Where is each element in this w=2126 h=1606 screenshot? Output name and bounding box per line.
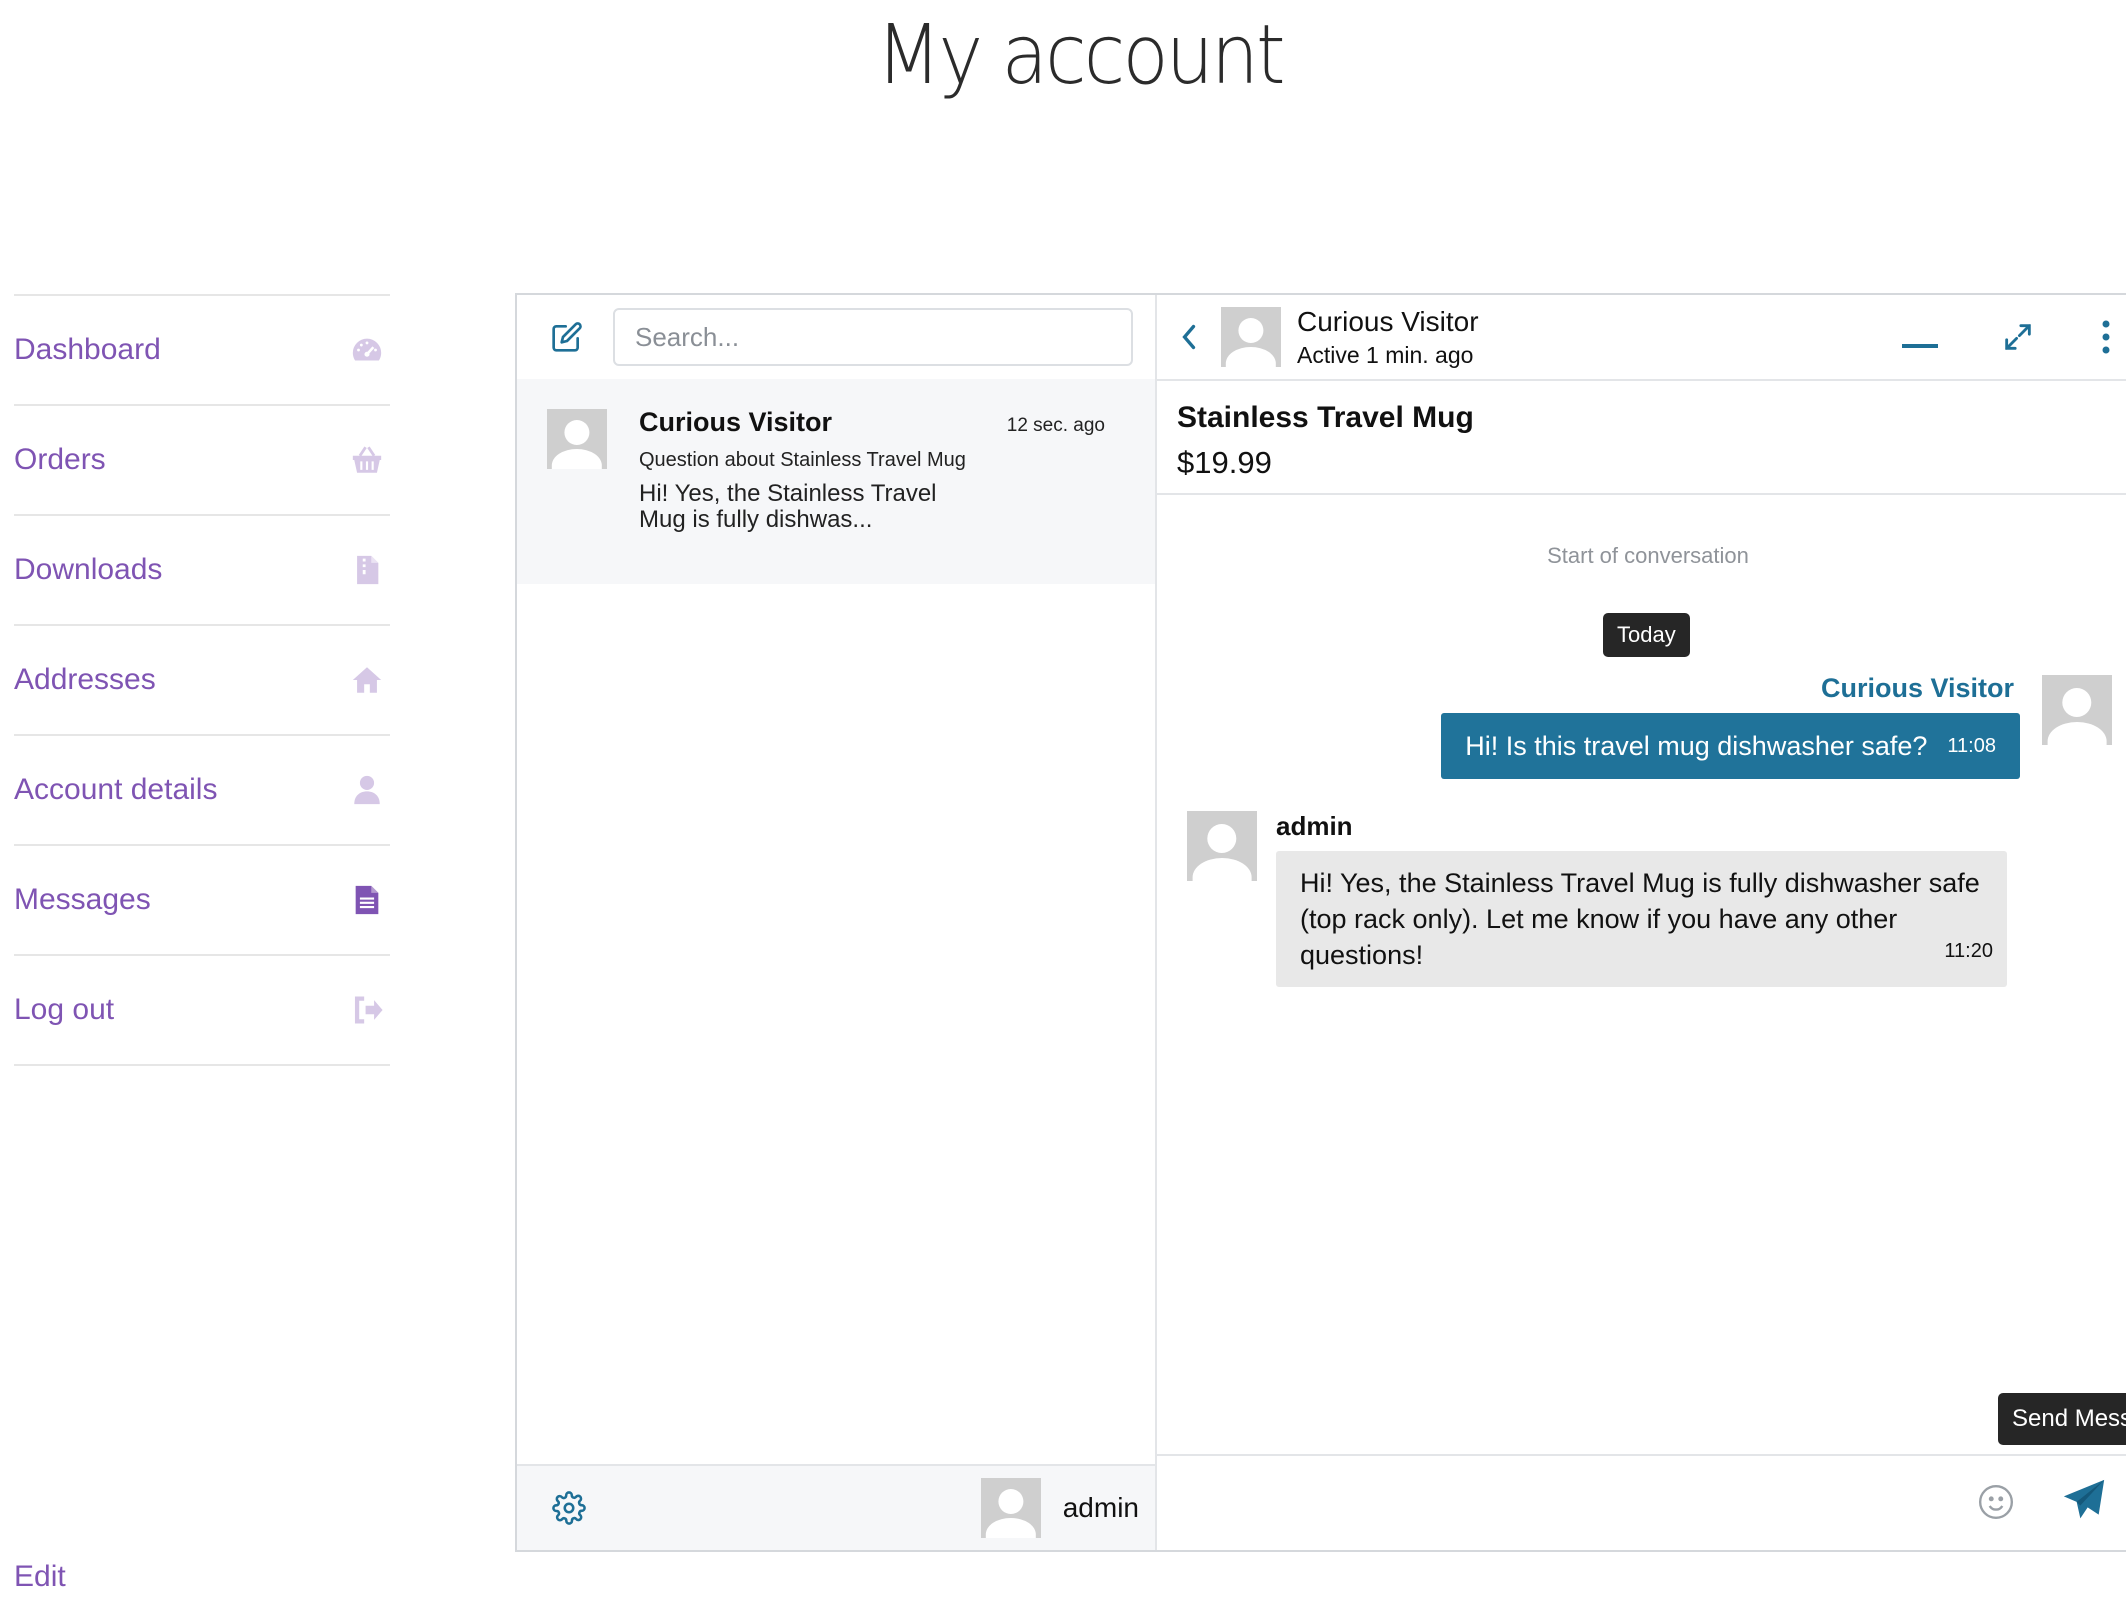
messenger-widget: Curious Visitor 12 sec. ago Question abo… [515,293,2126,1552]
conversation-start-label: Start of conversation [1547,543,1749,568]
product-price: $19.99 [1177,445,1272,480]
product-info[interactable]: Stainless Travel Mug $19.99 [1157,379,2126,495]
nav-label: Messages [14,883,151,916]
expand-icon[interactable] [1988,307,2048,367]
basket-icon [348,441,386,479]
settings-gear-icon[interactable] [539,1478,599,1538]
document-icon [348,881,386,919]
nav-item-account-details[interactable]: Account details [14,736,390,846]
chat-header: Curious Visitor Active 1 min. ago [1149,295,2126,379]
nav-item-dashboard[interactable]: Dashboard [14,296,390,406]
avatar [1187,811,1257,881]
nav-label: Addresses [14,663,156,696]
conversation-thread[interactable]: Curious Visitor 12 sec. ago Question abo… [517,379,1155,584]
message-time: 11:20 [1944,940,1993,962]
thread-subject: Question about Stainless Travel Mug [639,449,966,471]
message-sender: admin [1276,811,1353,841]
message-text: Hi! Yes, the Stainless Travel Mug is ful… [1300,868,1980,970]
conversation-toolbar [517,295,1155,379]
new-message-icon[interactable] [537,307,597,367]
nav-label: Downloads [14,553,163,586]
nav-label: Log out [14,993,115,1026]
emoji-icon[interactable] [1966,1472,2026,1532]
more-options-icon[interactable] [2086,307,2126,367]
edit-link[interactable]: Edit [14,1560,66,1594]
message-sender: Curious Visitor [1820,673,2014,703]
nav-label: Account details [14,773,218,806]
home-icon [348,661,386,699]
message-composer [1157,1454,2126,1550]
chat-panel: Curious Visitor Active 1 min. ago Stainl… [1157,295,2126,1550]
avatar [547,409,607,469]
minimize-icon[interactable] [1890,307,1950,367]
logout-icon [348,991,386,1029]
message-text: Hi! Is this travel mug dishwasher safe? [1465,730,1928,761]
message-input[interactable] [1157,1456,1937,1550]
chat-contact: Curious Visitor Active 1 min. ago [1297,306,1479,369]
outgoing-message: Hi! Is this travel mug dishwasher safe? … [1441,713,2020,779]
conversation-footer: admin [517,1464,1155,1550]
nav-item-addresses[interactable]: Addresses [14,626,390,736]
chat-header-actions [1852,307,2126,367]
contact-name: Curious Visitor [1297,305,1479,337]
back-chevron-icon[interactable] [1169,307,1209,367]
dashboard-icon [348,331,386,369]
avatar [1221,307,1281,367]
incoming-message: Hi! Yes, the Stainless Travel Mug is ful… [1276,851,2007,987]
nav-label: Dashboard [14,333,161,366]
message-area: Start of conversation Today Curious Visi… [1157,495,2126,1454]
day-separator: Today [1603,613,1690,657]
page-title: My account [876,8,1285,103]
message-time: 11:08 [1947,734,1996,757]
thread-preview: Hi! Yes, the Stainless Travel Mug is ful… [639,480,937,533]
contact-status: Active 1 min. ago [1297,341,1474,368]
current-user-name: admin [1062,1492,1139,1523]
nav-item-log-out[interactable]: Log out [14,956,390,1066]
user-icon [348,771,386,809]
avatar [2042,675,2112,745]
send-icon[interactable] [2054,1470,2114,1530]
product-name: Stainless Travel Mug [1177,401,1474,434]
current-user[interactable]: admin [980,1478,1155,1538]
search-input[interactable] [613,308,1133,366]
nav-item-orders[interactable]: Orders [14,406,390,516]
send-message-tooltip: Send Mess [1998,1393,2126,1445]
nav-item-messages[interactable]: Messages [14,846,390,956]
nav-label: Orders [14,443,106,476]
account-navigation: Dashboard Orders Downloads Addresses Acc… [14,294,390,1066]
conversation-list-panel: Curious Visitor 12 sec. ago Question abo… [517,295,1157,1550]
thread-time: 12 sec. ago [1006,415,1105,436]
avatar [980,1478,1041,1538]
nav-item-downloads[interactable]: Downloads [14,516,390,626]
file-archive-icon [348,551,386,589]
